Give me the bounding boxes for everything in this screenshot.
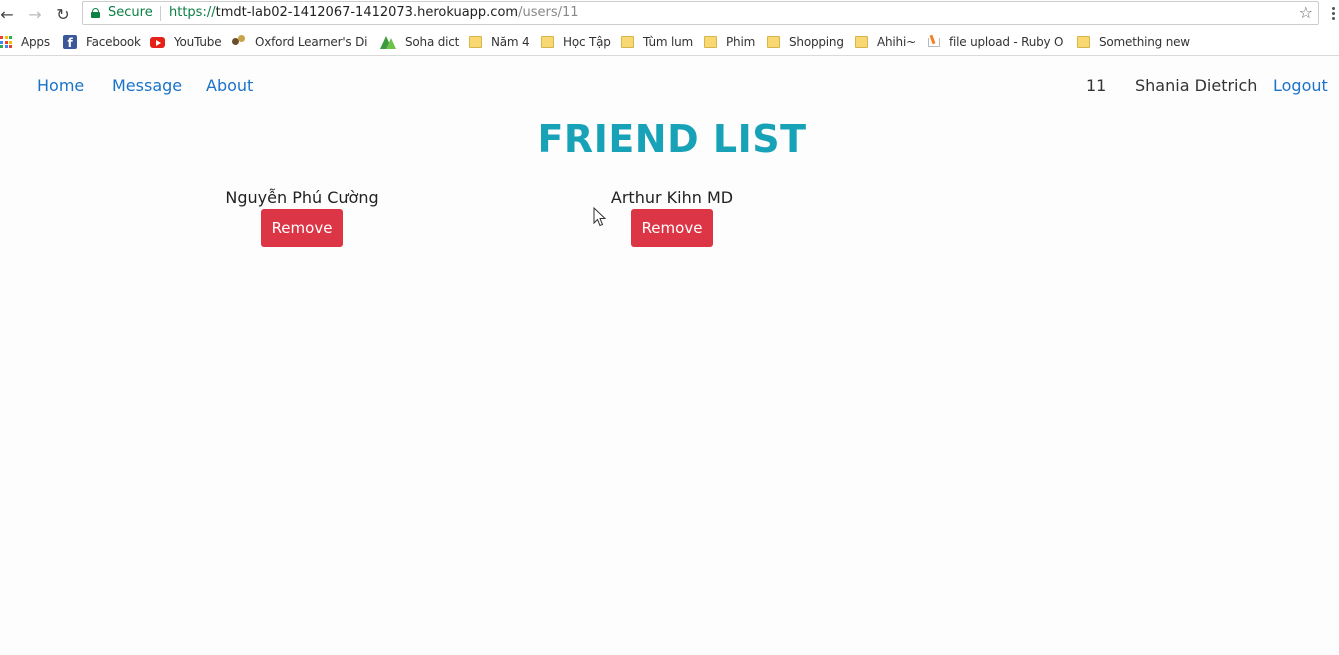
bookmark-label: Something new xyxy=(1099,35,1190,49)
folder-icon xyxy=(541,36,554,48)
apps-icon xyxy=(0,36,12,48)
friend-card: Nguyễn Phú Cường Remove xyxy=(172,188,432,247)
folder-icon xyxy=(704,36,717,48)
address-bar[interactable]: Secure https://tmdt-lab02-1412067-141207… xyxy=(82,1,1319,25)
bookmark-label: Soha dict xyxy=(405,35,460,49)
youtube-icon xyxy=(150,36,165,48)
folder-icon xyxy=(469,36,482,48)
nav-home-link[interactable]: Home xyxy=(37,76,84,95)
soha-icon xyxy=(380,35,396,49)
bookmark-label: Tùm lum xyxy=(643,35,694,49)
bookmark-label: Apps xyxy=(21,35,50,49)
remove-friend-button[interactable]: Remove xyxy=(261,209,343,247)
oxford-icon xyxy=(232,35,246,49)
logout-link[interactable]: Logout xyxy=(1273,76,1328,95)
folder-icon xyxy=(855,36,868,48)
forward-arrow-icon[interactable]: → xyxy=(24,3,46,25)
bookmark-label: Facebook xyxy=(86,35,141,49)
friend-name: Nguyễn Phú Cường xyxy=(225,188,379,207)
bookmark-tum-lum[interactable]: Tùm lum xyxy=(621,28,693,56)
bookmark-soha-dict[interactable]: Soha dict xyxy=(380,28,459,56)
bookmark-ahihi[interactable]: Ahihi~ xyxy=(855,28,916,56)
page-title: FRIEND LIST xyxy=(537,117,807,161)
bookmark-label: Phim xyxy=(726,35,756,49)
lock-icon xyxy=(91,8,100,18)
folder-icon xyxy=(621,36,634,48)
friend-name: Arthur Kihn MD xyxy=(610,188,734,207)
bookmark-label: Oxford Learner's Dicti xyxy=(255,35,368,49)
bookmark-label: Năm 4 xyxy=(491,35,530,49)
bookmark-label: YouTube xyxy=(174,35,222,49)
address-divider xyxy=(160,6,161,21)
bookmark-phim[interactable]: Phim xyxy=(704,28,755,56)
nav-message-link[interactable]: Message xyxy=(112,76,182,95)
bookmark-label: file upload - Ruby On xyxy=(949,35,1063,49)
browser-menu-icon[interactable] xyxy=(1330,3,1336,23)
stackoverflow-icon xyxy=(927,35,940,49)
friend-card: Arthur Kihn MD Remove xyxy=(542,188,802,247)
bookmark-hoc-tap[interactable]: Học Tập xyxy=(541,28,611,56)
url-text[interactable]: https://tmdt-lab02-1412067-1412073.herok… xyxy=(169,5,579,20)
folder-icon xyxy=(1077,36,1090,48)
nav-about-link[interactable]: About xyxy=(206,76,253,95)
user-name-text: Shania Dietrich xyxy=(1135,76,1258,95)
remove-friend-button[interactable]: Remove xyxy=(631,209,713,247)
bookmark-youtube[interactable]: YouTube xyxy=(150,28,222,56)
user-id-text: 11 xyxy=(1086,76,1107,95)
bookmark-label: Ahihi~ xyxy=(877,35,916,49)
bookmark-star-icon[interactable]: ☆ xyxy=(1299,3,1313,22)
bookmark-label: Học Tập xyxy=(563,35,611,49)
folder-icon xyxy=(767,36,780,48)
bookmark-something-new[interactable]: Something new xyxy=(1077,28,1190,56)
browser-toolbar: ← → ↻ Secure https://tmdt-lab02-1412067-… xyxy=(0,0,1339,28)
bookmark-nam-4[interactable]: Năm 4 xyxy=(469,28,530,56)
bookmark-apps[interactable]: Apps xyxy=(0,28,50,56)
facebook-icon: f xyxy=(63,35,77,49)
mouse-cursor-icon xyxy=(593,207,607,227)
bookmark-oxford[interactable]: Oxford Learner's Dicti xyxy=(232,28,368,56)
reload-icon[interactable]: ↻ xyxy=(52,3,74,25)
bookmark-shopping[interactable]: Shopping xyxy=(767,28,844,56)
back-arrow-icon[interactable]: ← xyxy=(0,3,18,25)
secure-label: Secure xyxy=(108,5,153,20)
bookmark-label: Shopping xyxy=(789,35,844,49)
page-content: Home Message About 11 Shania Dietrich Lo… xyxy=(0,57,1339,655)
bookmarks-bar: Apps f Facebook YouTube Oxford Learner's… xyxy=(0,28,1339,56)
bookmark-facebook[interactable]: f Facebook xyxy=(63,28,141,56)
bookmark-file-upload[interactable]: file upload - Ruby On xyxy=(927,28,1063,56)
